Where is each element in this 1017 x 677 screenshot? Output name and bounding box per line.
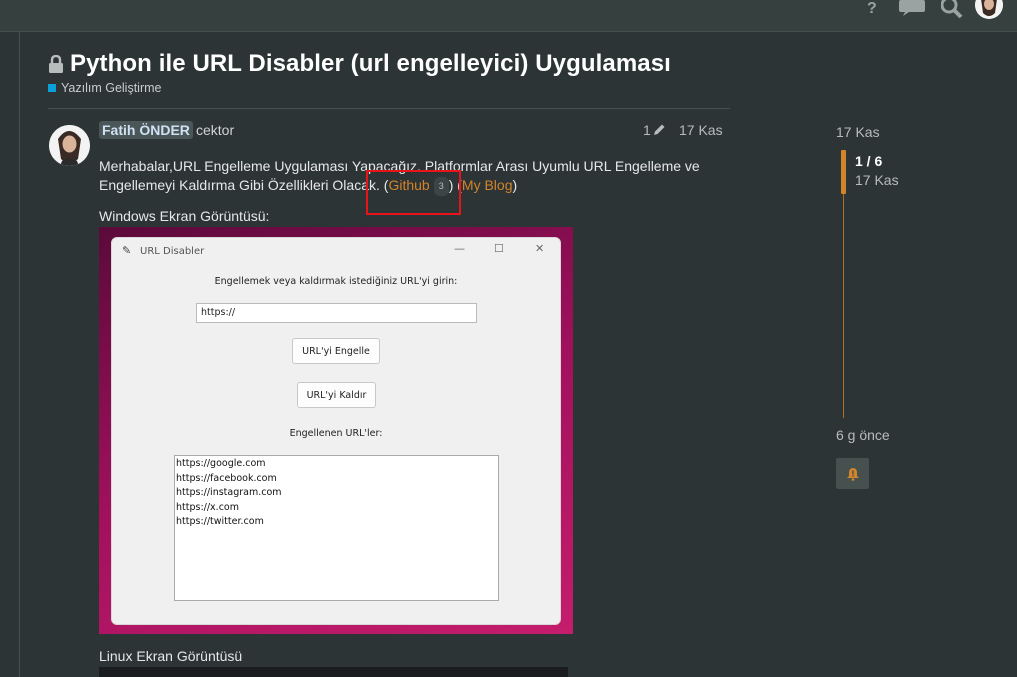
app-blocked-url: https://facebook.com	[176, 472, 277, 484]
topic-title[interactable]: Python ile URL Disabler (url engelleyici…	[70, 50, 671, 78]
linux-screenshot-label: Linux Ekran Görüntüsü	[99, 648, 243, 664]
bell-warning-icon	[846, 467, 859, 481]
app-prompt-label: Engellemek veya kaldırmak istediğiniz UR…	[214, 276, 458, 287]
svg-text:?: ?	[867, 0, 877, 16]
timeline-scroll-handle[interactable]	[841, 150, 846, 194]
user-avatar[interactable]	[975, 0, 1003, 19]
lock-icon	[49, 55, 63, 73]
close-icon: ✕	[535, 242, 545, 255]
help-icon[interactable]: ?	[858, 0, 884, 22]
timeline-position: 1 / 6	[855, 153, 883, 169]
app-blocked-url: https://instagram.com	[176, 487, 282, 498]
linux-screenshot-image[interactable]	[99, 667, 568, 677]
app-url-input: https://	[196, 303, 477, 323]
app-window: ✎ URL Disabler — ☐ ✕ Engellemek veya kal…	[111, 237, 561, 625]
windows-screenshot-label: Windows Ekran Görüntüsü:	[99, 208, 270, 224]
title-divider	[48, 108, 730, 109]
blog-link[interactable]: My Blog	[462, 177, 513, 193]
post-text-end: )	[512, 177, 518, 193]
feather-icon: ✎	[122, 244, 132, 257]
topic-title-row: Python ile URL Disabler (url engelleyici…	[48, 50, 671, 78]
post-author-avatar[interactable]	[49, 125, 90, 166]
maximize-icon: ☐	[494, 242, 504, 255]
category-badge[interactable]: Yazılım Geliştirme	[48, 81, 161, 95]
windows-screenshot-image[interactable]: ✎ URL Disabler — ☐ ✕ Engellemek veya kal…	[99, 227, 573, 634]
app-list-label: Engellenen URL'ler:	[289, 428, 383, 439]
app-blocked-url-list: https://google.com https://facebook.com …	[174, 455, 499, 601]
app-blocked-url: https://google.com	[176, 458, 266, 469]
left-gutter-line	[19, 32, 20, 677]
search-icon[interactable]	[939, 0, 965, 22]
category-name[interactable]: Yazılım Geliştirme	[61, 81, 161, 95]
post-author-username[interactable]: cektor	[196, 122, 234, 138]
edit-count: 1	[643, 122, 651, 138]
timeline-end-label[interactable]: 6 g önce	[836, 427, 890, 443]
edit-history-button[interactable]: 1	[643, 122, 666, 138]
timeline-start-date[interactable]: 17 Kas	[836, 124, 880, 140]
category-color-square	[48, 84, 56, 92]
post-author-name[interactable]: Fatih ÖNDER	[99, 121, 193, 139]
app-unblock-button: URL'yi Kaldır	[297, 382, 376, 408]
chat-icon[interactable]	[899, 0, 925, 22]
app-blocked-url: https://x.com	[176, 501, 239, 513]
annotation-highlight-box	[366, 170, 461, 215]
app-blocked-url: https://twitter.com	[176, 516, 264, 527]
minimize-icon: —	[454, 242, 465, 255]
post-date[interactable]: 17 Kas	[679, 122, 723, 138]
pencil-icon	[653, 124, 665, 135]
timeline-position-date: 17 Kas	[855, 172, 899, 188]
site-header: ?	[0, 0, 1017, 32]
app-window-title: URL Disabler	[140, 246, 205, 257]
notification-level-button[interactable]	[836, 458, 869, 489]
app-block-button: URL'yi Engelle	[292, 338, 380, 364]
